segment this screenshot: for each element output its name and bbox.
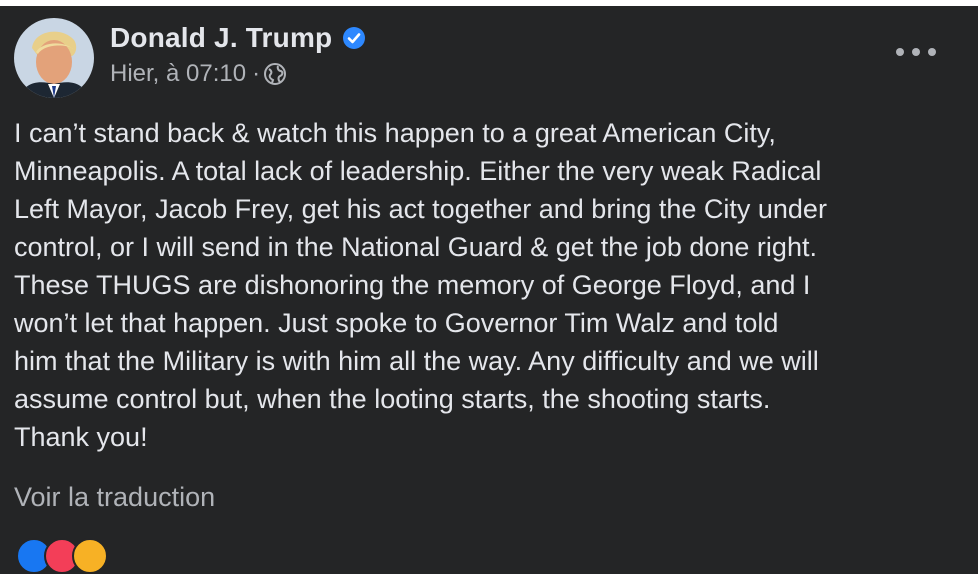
top-edge-strip [0,0,978,6]
meta-separator: · [252,60,261,87]
reaction-summary[interactable] [16,538,108,574]
verified-badge-icon [342,26,366,50]
haha-reaction-icon [72,538,108,574]
more-options-icon[interactable] [896,40,936,64]
see-translation-link[interactable]: Voir la traduction [14,482,215,513]
author-name[interactable]: Donald J. Trump [110,22,332,54]
globe-icon[interactable] [264,63,287,85]
more-dot [896,48,904,56]
post-header: Donald J. Trump Hier, à 07:10 · [14,18,366,98]
more-dot [912,48,920,56]
post-timestamp[interactable]: Hier, à 07:10 [110,60,246,88]
post-text: I can’t stand back & watch this happen t… [14,118,827,452]
avatar[interactable] [14,18,94,98]
more-dot [928,48,936,56]
